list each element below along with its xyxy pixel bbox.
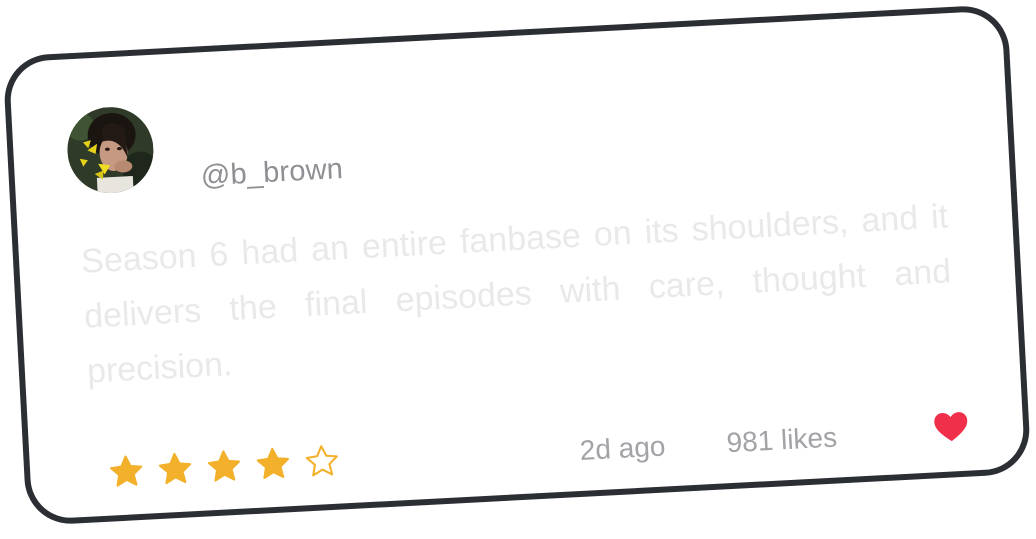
user-avatar-photo xyxy=(65,104,156,196)
username-handle[interactable]: @b_brown xyxy=(200,153,344,193)
review-card: @b_brown Season 6 had an entire fanbase … xyxy=(2,3,1032,527)
star-filled-icon[interactable] xyxy=(205,449,243,485)
like-button[interactable] xyxy=(932,410,970,444)
star-filled-icon[interactable] xyxy=(156,451,194,487)
likes-count: 981 likes xyxy=(725,421,838,459)
posted-time: 2d ago xyxy=(578,430,667,466)
review-text: Season 6 had an entire fanbase on its sh… xyxy=(80,197,952,391)
avatar[interactable] xyxy=(65,104,156,196)
heart-icon xyxy=(934,412,968,442)
star-filled-icon[interactable] xyxy=(107,454,145,490)
star-rating[interactable] xyxy=(107,444,340,490)
star-filled-icon[interactable] xyxy=(254,446,292,482)
star-outline-icon[interactable] xyxy=(303,444,341,480)
stage: @b_brown Season 6 had an entire fanbase … xyxy=(0,0,1036,539)
